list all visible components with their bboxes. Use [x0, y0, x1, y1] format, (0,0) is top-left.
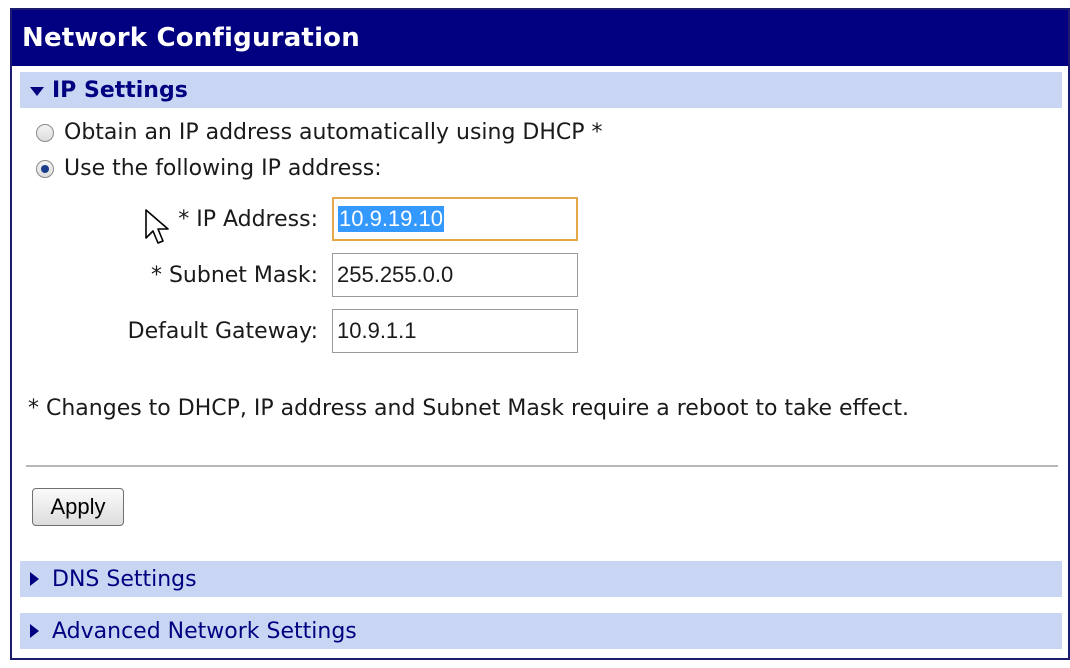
dhcp-radio-label: Obtain an IP address automatically using…	[64, 120, 603, 145]
dns-settings-header[interactable]: DNS Settings	[20, 561, 1062, 597]
static-ip-radio-row[interactable]: Use the following IP address:	[36, 156, 382, 181]
ip-address-input[interactable]: 10.9.19.10	[332, 197, 578, 241]
ip-settings-header[interactable]: IP Settings	[20, 72, 1062, 108]
apply-button[interactable]: Apply	[32, 488, 124, 526]
default-gateway-value: 10.9.1.1	[337, 318, 417, 343]
dhcp-radio-row[interactable]: Obtain an IP address automatically using…	[36, 120, 603, 145]
mouse-pointer-icon	[144, 208, 172, 248]
divider	[26, 465, 1058, 467]
default-gateway-row: Default Gateway: 10.9.1.1	[12, 308, 612, 354]
advanced-network-settings-header-label: Advanced Network Settings	[52, 618, 357, 644]
static-ip-radio[interactable]	[36, 159, 54, 178]
triangle-down-icon	[30, 78, 46, 103]
subnet-mask-input[interactable]: 255.255.0.0	[332, 253, 578, 297]
panel-title: Network Configuration	[12, 10, 1068, 66]
triangle-right-icon	[30, 567, 46, 592]
advanced-network-settings-header[interactable]: Advanced Network Settings	[20, 613, 1062, 649]
triangle-right-icon	[30, 619, 46, 644]
default-gateway-label: Default Gateway:	[127, 318, 318, 344]
ip-address-row: * IP Address: 10.9.19.10	[12, 196, 612, 242]
subnet-mask-value: 255.255.0.0	[337, 262, 454, 287]
ip-address-value: 10.9.19.10	[338, 206, 444, 232]
ip-settings-header-label: IP Settings	[52, 77, 188, 103]
static-ip-radio-label: Use the following IP address:	[64, 156, 382, 181]
ip-address-label: * IP Address:	[178, 206, 318, 232]
dhcp-radio[interactable]	[36, 123, 54, 142]
default-gateway-input[interactable]: 10.9.1.1	[332, 309, 578, 353]
network-configuration-panel: Network Configuration IP Settings Obtain…	[10, 8, 1070, 660]
subnet-mask-label: * Subnet Mask:	[150, 262, 318, 288]
subnet-mask-row: * Subnet Mask: 255.255.0.0	[12, 252, 612, 298]
reboot-note: * Changes to DHCP, IP address and Subnet…	[28, 396, 909, 421]
dns-settings-header-label: DNS Settings	[52, 566, 197, 592]
